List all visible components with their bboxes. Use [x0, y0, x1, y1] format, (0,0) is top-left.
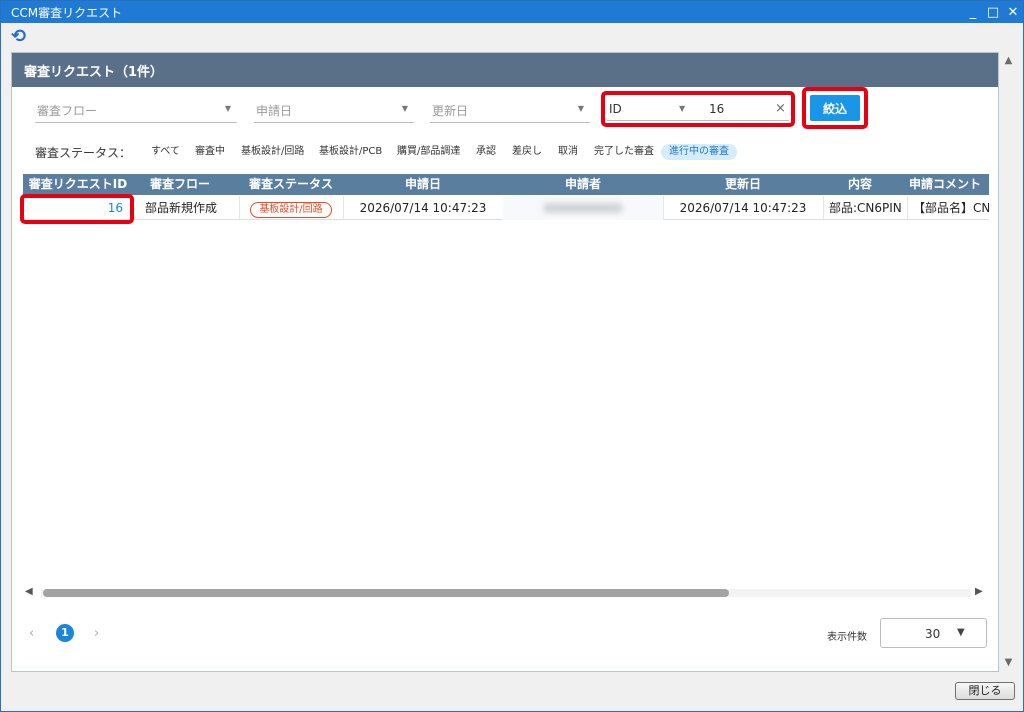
status-chip-pcb[interactable]: 基板設計/PCB	[319, 144, 382, 160]
clear-icon[interactable]: ×	[775, 101, 786, 116]
id-field-select[interactable]: ID	[609, 102, 622, 116]
page-number-1[interactable]: 1	[56, 624, 74, 642]
cell-content: 部品:CN6PIN	[829, 201, 902, 215]
status-chip-all[interactable]: すべて	[151, 144, 180, 160]
cell-applicant	[503, 196, 663, 220]
scroll-down-icon[interactable]: ▼	[1003, 658, 1014, 668]
cell-apply-date: 2026/07/14 10:47:23	[359, 201, 487, 215]
status-chip-in-progress[interactable]: 進行中の審査	[661, 144, 737, 160]
close-window-button[interactable]: ✕	[1003, 3, 1023, 21]
status-chip-returned[interactable]: 差戻し	[512, 144, 542, 160]
column-header-status[interactable]: 審査ステータス	[241, 174, 341, 195]
status-chip-reviewing[interactable]: 審査中	[195, 144, 225, 160]
chevron-down-icon: ▼	[224, 104, 231, 113]
refresh-icon[interactable]: ⟲	[11, 27, 31, 47]
minimize-button[interactable]: _	[963, 3, 983, 21]
scroll-up-icon[interactable]: ▲	[1003, 56, 1014, 66]
chevron-down-icon: ▼	[957, 627, 965, 638]
column-header-update-date[interactable]: 更新日	[663, 174, 823, 195]
table-header: 審査リクエストID 審査フロー 審査ステータス 申請日 申請者 更新日 内容 申…	[23, 174, 989, 195]
app-window: CCM審査リクエスト _ □ ✕ ⟲ 審査リクエスト（1件） ▲ ▼ 審査フロー…	[0, 0, 1024, 712]
horizontal-scrollbar[interactable]: ◀ ▶	[23, 586, 989, 600]
per-page-label: 表示件数	[827, 632, 867, 643]
flow-filter-placeholder: 審査フロー	[37, 104, 98, 118]
update-date-placeholder: 更新日	[432, 104, 469, 118]
scroll-right-icon[interactable]: ▶	[975, 586, 983, 597]
apply-filter-highlight: 絞込	[802, 87, 868, 129]
column-header-comment[interactable]: 申請コメント	[909, 174, 989, 195]
status-chip-approved[interactable]: 承認	[476, 144, 496, 160]
redacted-applicant	[543, 203, 623, 213]
cell-flow: 部品新規作成	[144, 201, 217, 215]
per-page-select[interactable]: 30 ▼	[880, 618, 987, 648]
window-title: CCM審査リクエスト	[11, 5, 123, 20]
status-chip-purchase[interactable]: 購買/部品調達	[397, 144, 460, 160]
scroll-left-icon[interactable]: ◀	[25, 586, 33, 597]
id-filter-group: ID ▼ ×	[601, 91, 795, 127]
column-header-id[interactable]: 審査リクエストID	[23, 174, 133, 195]
update-date-filter[interactable]: 更新日 ▼	[430, 97, 590, 123]
toolbar: ⟲	[1, 23, 1023, 51]
vertical-scrollbar[interactable]: ▲ ▼	[1000, 52, 1017, 672]
cell-status: 基板設計/回路	[239, 196, 343, 220]
scrollbar-thumb[interactable]	[43, 589, 729, 597]
column-header-applicant[interactable]: 申請者	[503, 174, 663, 195]
close-button[interactable]: 閉じる	[955, 682, 1015, 700]
column-header-flow[interactable]: 審査フロー	[135, 174, 225, 195]
panel-title: 審査リクエスト（1件）	[12, 53, 998, 87]
status-filter-label: 審査ステータス：	[35, 146, 132, 160]
prev-page-icon[interactable]: ‹	[29, 626, 34, 641]
apply-date-placeholder: 申請日	[256, 104, 293, 118]
next-page-icon[interactable]: ›	[94, 626, 99, 641]
maximize-button[interactable]: □	[983, 3, 1003, 21]
id-cell-highlight	[20, 194, 134, 224]
chevron-down-icon: ▼	[401, 104, 408, 113]
apply-date-filter[interactable]: 申請日 ▼	[254, 97, 414, 123]
status-chip-completed[interactable]: 完了した審査	[594, 144, 654, 160]
flow-filter-select[interactable]: 審査フロー ▼	[35, 97, 237, 123]
column-header-apply-date[interactable]: 申請日	[343, 174, 503, 195]
status-chip-circuit[interactable]: 基板設計/回路	[241, 144, 304, 160]
apply-filter-button[interactable]: 絞込	[810, 95, 860, 121]
table-row[interactable]: 16 部品新規作成 基板設計/回路 2026/07/14 10:47:23 20…	[23, 196, 989, 220]
chevron-down-icon: ▼	[577, 104, 584, 113]
status-chip-cancelled[interactable]: 取消	[558, 144, 578, 160]
cell-update-date: 2026/07/14 10:47:23	[679, 201, 807, 215]
per-page-value: 30	[925, 627, 941, 641]
column-header-content[interactable]: 内容	[823, 174, 897, 195]
title-bar: CCM審査リクエスト _ □ ✕	[1, 1, 1023, 23]
id-value-input[interactable]	[709, 102, 759, 116]
cell-comment: 【部品名】CN	[913, 201, 989, 215]
status-badge: 基板設計/回路	[250, 202, 332, 218]
chevron-down-icon[interactable]: ▼	[679, 104, 685, 113]
